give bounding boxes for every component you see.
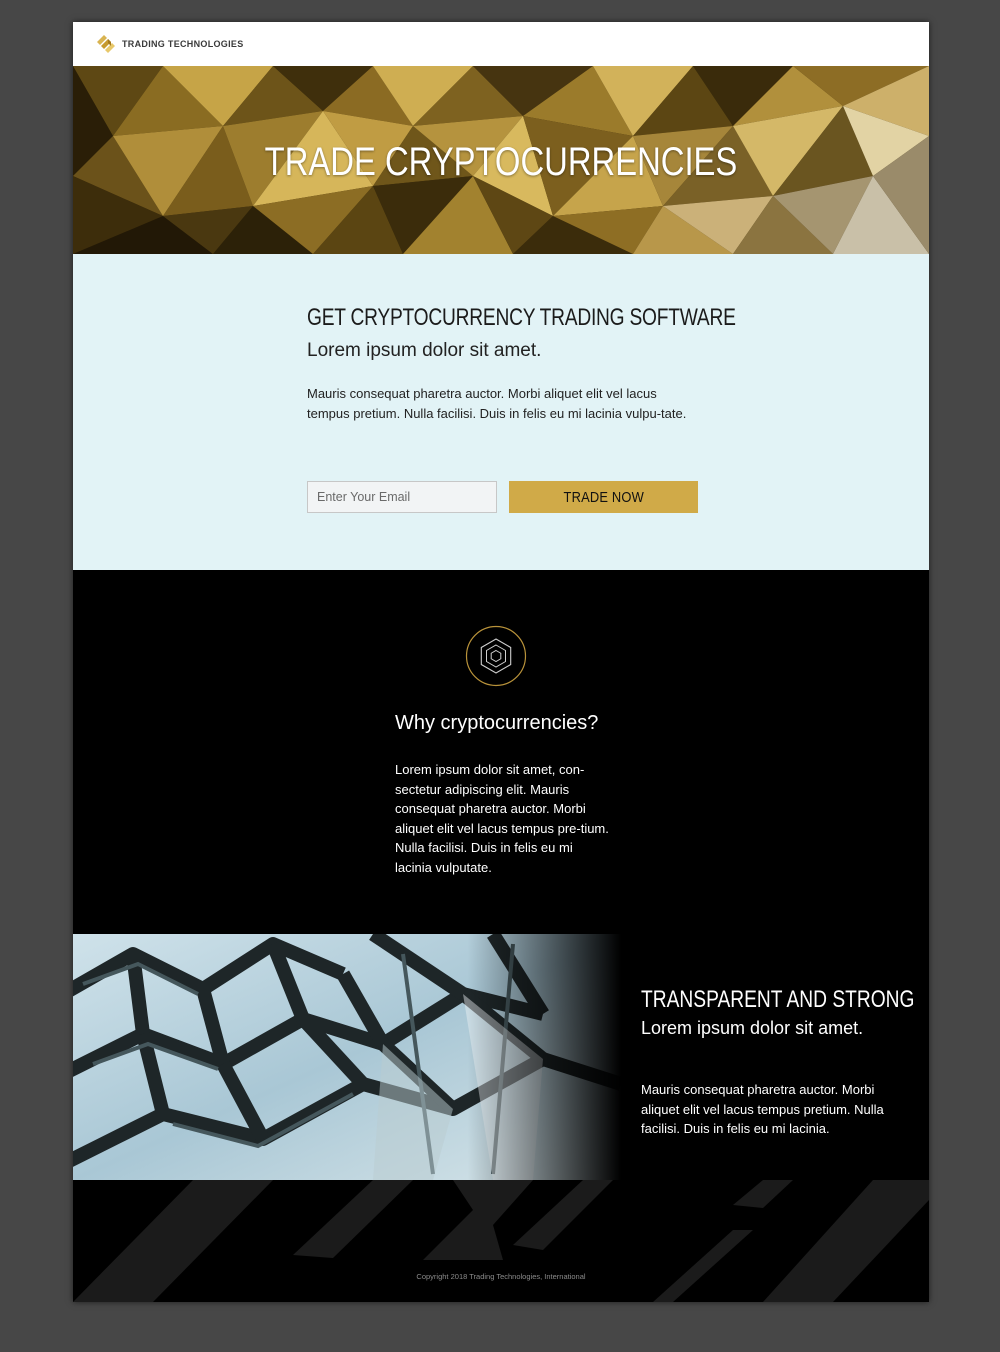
tt-gold-stripes-icon: [95, 33, 117, 55]
top-bar: TRADING TECHNOLOGIES: [73, 22, 929, 66]
copyright-text: Copyright 2018 Trading Technologies, Int…: [416, 1272, 586, 1281]
signup-section: GET CRYPTOCURRENCY TRADING SOFTWARE Lore…: [73, 254, 929, 570]
hero-title: TRADE CRYPTOCURRENCIES: [264, 140, 738, 184]
why-section: Why cryptocurrencies? Lorem ipsum dolor …: [73, 570, 929, 934]
glass-facade-image: [73, 934, 621, 1180]
signup-body-text: Mauris consequat pharetra auctor. Morbi …: [307, 386, 687, 421]
trade-now-button[interactable]: TRADE NOW: [509, 481, 698, 513]
why-heading: Why cryptocurrencies?: [395, 712, 599, 734]
why-body-text: Lorem ipsum dolor sit amet, con-sectetur…: [395, 762, 609, 875]
hero-banner: TRADE CRYPTOCURRENCIES: [73, 66, 929, 254]
logo-text: TRADING TECHNOLOGIES: [122, 39, 244, 49]
feature-subheading: Lorem ipsum dolor sit amet.: [641, 1018, 864, 1038]
email-field[interactable]: [307, 481, 497, 513]
feature-heading: TRANSPARENT AND STRONG: [641, 986, 915, 1013]
landing-page: TRADING TECHNOLOGIES TRADE CRYPTOCURRENC…: [73, 22, 929, 1302]
trade-now-label: TRADE NOW: [563, 488, 644, 506]
signup-subheading: Lorem ipsum dolor sit amet.: [307, 340, 542, 361]
feature-section: TRANSPARENT AND STRONG Lorem ipsum dolor…: [73, 934, 929, 1180]
company-logo[interactable]: TRADING TECHNOLOGIES: [95, 32, 244, 56]
feature-body-text: Mauris consequat pharetra auctor. Morbi …: [641, 1082, 884, 1136]
signup-heading: GET CRYPTOCURRENCY TRADING SOFTWARE: [307, 304, 736, 331]
footer: Copyright 2018 Trading Technologies, Int…: [73, 1180, 929, 1302]
diagonal-stripes-decoration: [73, 1180, 929, 1302]
hexagon-icon: [465, 625, 527, 687]
